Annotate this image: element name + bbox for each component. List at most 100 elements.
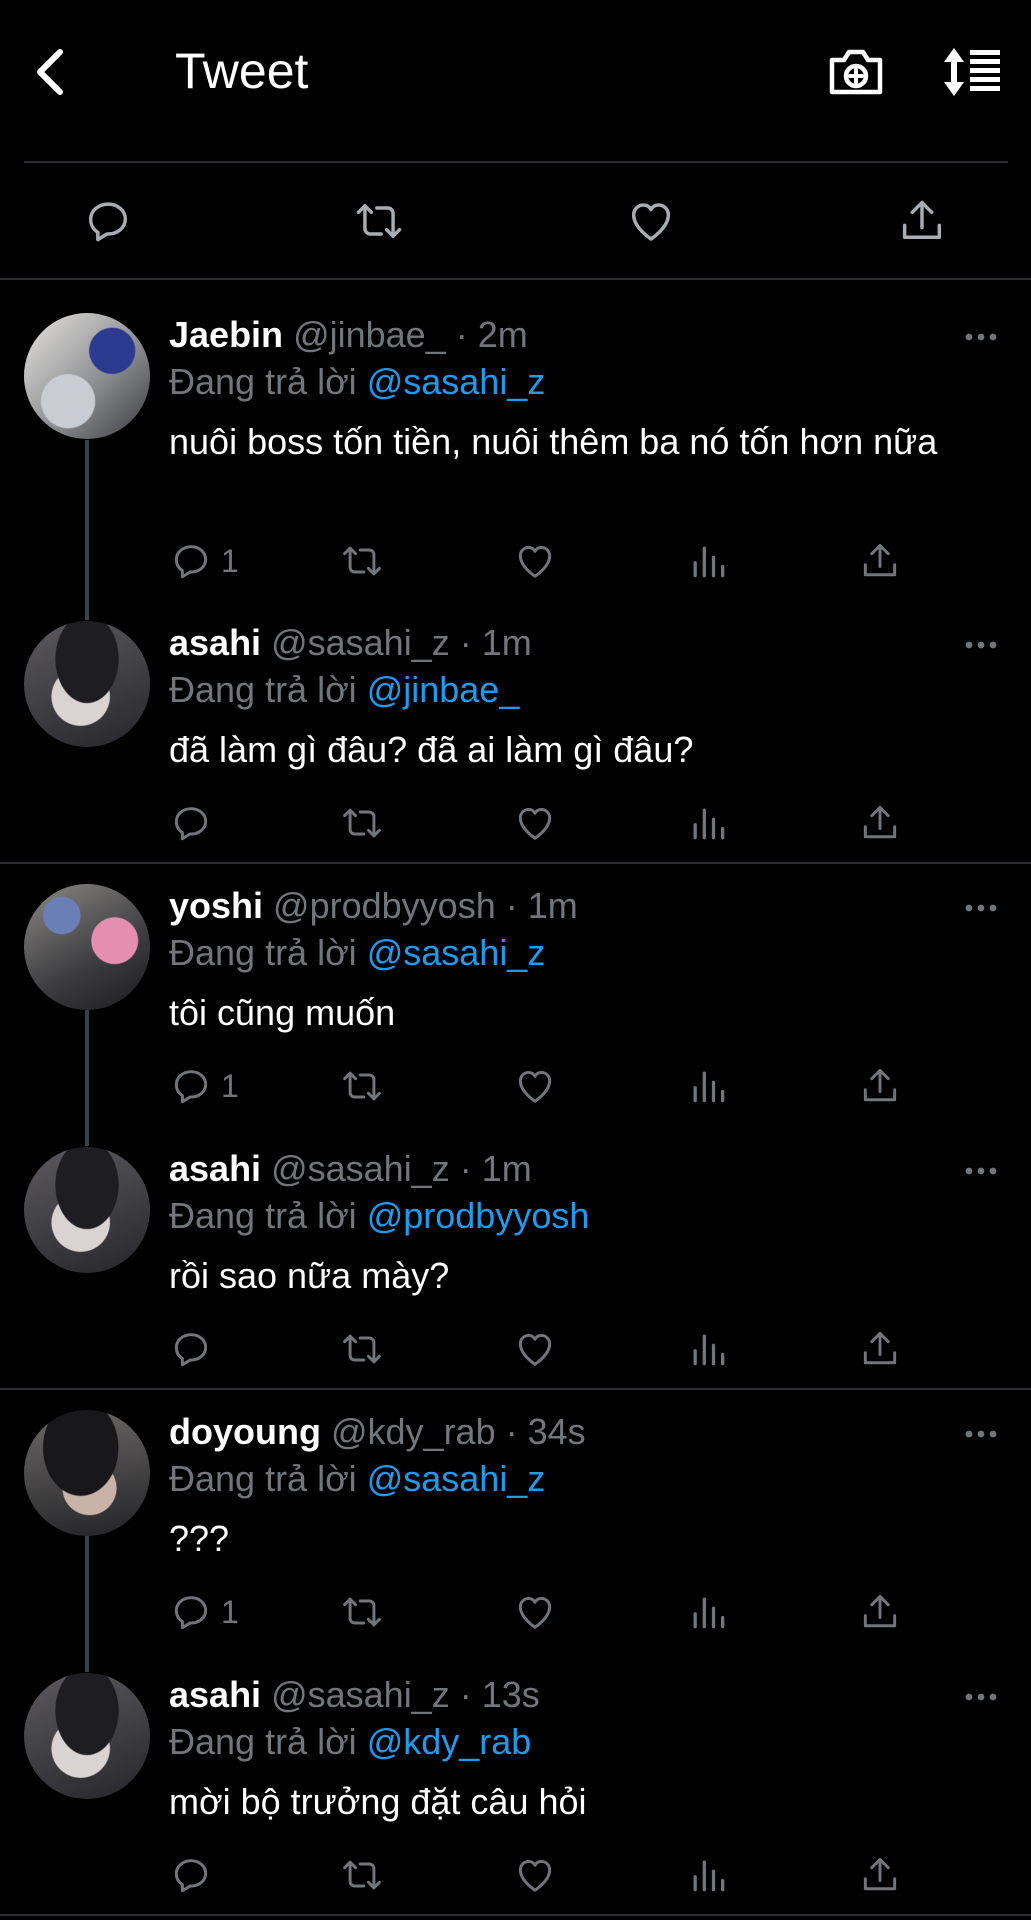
- author-handle-time: @prodbyyosh · 1m: [273, 885, 578, 926]
- analytics-button[interactable]: [686, 1063, 730, 1109]
- like-button[interactable]: [513, 800, 557, 846]
- camera-button[interactable]: [826, 44, 886, 100]
- main-tweet-actions: [0, 163, 1031, 279]
- tweet-actions: [169, 1852, 929, 1902]
- tweet-author: yoshi @prodbyyosh · 1m: [169, 885, 578, 927]
- mention-link[interactable]: @prodbyyosh: [367, 1195, 590, 1236]
- reply-button[interactable]: [169, 1326, 221, 1372]
- more-button[interactable]: [964, 1427, 998, 1439]
- analytics-button[interactable]: [686, 538, 730, 584]
- like-button[interactable]: [513, 1589, 557, 1635]
- more-icon: [964, 1165, 998, 1177]
- analytics-icon: [686, 1853, 730, 1897]
- reply-button[interactable]: 1: [169, 1063, 239, 1109]
- share-icon: [858, 1853, 902, 1897]
- retweet-button[interactable]: [340, 1589, 384, 1635]
- more-button[interactable]: [964, 901, 998, 913]
- share-button[interactable]: [858, 1063, 902, 1109]
- tweet-actions: [169, 1326, 929, 1376]
- more-icon: [964, 639, 998, 651]
- share-icon: [858, 1064, 902, 1108]
- reply-button[interactable]: [169, 800, 221, 846]
- top-bar: Tweet: [0, 0, 1031, 163]
- more-icon: [964, 331, 998, 343]
- mention-link[interactable]: @kdy_rab: [367, 1721, 532, 1762]
- like-button[interactable]: [513, 538, 557, 584]
- retweet-button[interactable]: [353, 195, 405, 247]
- analytics-icon: [686, 539, 730, 583]
- tweet-actions: [169, 800, 929, 850]
- mention-link[interactable]: @jinbae_: [367, 669, 520, 710]
- mention-link[interactable]: @sasahi_z: [367, 932, 546, 973]
- reply-count: 1: [221, 1593, 239, 1630]
- heart-icon: [513, 801, 557, 845]
- author-name[interactable]: asahi: [169, 1148, 261, 1189]
- section-divider: [0, 1914, 1031, 1916]
- avatar[interactable]: [24, 884, 150, 1010]
- retweet-button[interactable]: [340, 800, 384, 846]
- more-button[interactable]: [964, 1690, 998, 1702]
- heart-icon: [513, 1327, 557, 1371]
- analytics-button[interactable]: [686, 800, 730, 846]
- more-icon: [964, 1428, 998, 1440]
- share-button[interactable]: [858, 800, 902, 846]
- avatar[interactable]: [24, 313, 150, 439]
- retweet-button[interactable]: [340, 1063, 384, 1109]
- avatar[interactable]: [24, 1673, 150, 1799]
- author-name[interactable]: yoshi: [169, 885, 263, 926]
- share-button[interactable]: [858, 1852, 902, 1898]
- retweet-button[interactable]: [340, 538, 384, 584]
- analytics-icon: [686, 1327, 730, 1371]
- retweet-icon: [340, 539, 384, 583]
- reply-icon: [169, 1064, 213, 1108]
- more-button[interactable]: [964, 1164, 998, 1176]
- analytics-button[interactable]: [686, 1326, 730, 1372]
- sort-button[interactable]: [940, 44, 1004, 100]
- analytics-button[interactable]: [686, 1589, 730, 1635]
- reply-button[interactable]: [82, 195, 134, 247]
- share-button[interactable]: [896, 195, 948, 247]
- retweet-button[interactable]: [340, 1852, 384, 1898]
- share-button[interactable]: [858, 1326, 902, 1372]
- tweet-text: mời bộ trưởng đặt câu hỏi: [169, 1781, 587, 1822]
- thread-line: [85, 1003, 89, 1146]
- avatar[interactable]: [24, 1147, 150, 1273]
- share-icon: [896, 195, 948, 247]
- retweet-icon: [340, 1590, 384, 1634]
- author-name[interactable]: asahi: [169, 622, 261, 663]
- tweet-text: ???: [169, 1518, 230, 1559]
- mention-link[interactable]: @sasahi_z: [367, 1458, 546, 1499]
- avatar[interactable]: [24, 1410, 150, 1536]
- replying-label: Đang trả lời: [169, 361, 357, 402]
- mention-link[interactable]: @sasahi_z: [367, 361, 546, 402]
- reply-button[interactable]: 1: [169, 538, 239, 584]
- author-name[interactable]: Jaebin: [169, 314, 283, 355]
- share-icon: [858, 1327, 902, 1371]
- author-name[interactable]: doyoung: [169, 1411, 321, 1452]
- tweet-text: nuôi boss tốn tiền, nuôi thêm ba nó tốn …: [169, 421, 938, 462]
- reply-button[interactable]: [169, 1852, 221, 1898]
- retweet-button[interactable]: [340, 1326, 384, 1372]
- like-button[interactable]: [513, 1852, 557, 1898]
- analytics-button[interactable]: [686, 1852, 730, 1898]
- share-button[interactable]: [858, 1589, 902, 1635]
- replying-label: Đang trả lời: [169, 669, 357, 710]
- avatar[interactable]: [24, 621, 150, 747]
- tweet-author: Jaebin @jinbae_ · 2m: [169, 314, 528, 356]
- share-button[interactable]: [858, 538, 902, 584]
- like-button[interactable]: [513, 1063, 557, 1109]
- heart-icon: [513, 1064, 557, 1108]
- more-button[interactable]: [964, 330, 998, 342]
- more-button[interactable]: [964, 638, 998, 650]
- author-name[interactable]: asahi: [169, 1674, 261, 1715]
- reply-button[interactable]: 1: [169, 1589, 239, 1635]
- like-button[interactable]: [625, 195, 677, 247]
- retweet-icon: [340, 1064, 384, 1108]
- replying-to: Đang trả lời @sasahi_z: [169, 932, 545, 974]
- tweet-author: asahi @sasahi_z · 13s: [169, 1674, 540, 1716]
- tweet-text: đã làm gì đâu? đã ai làm gì đâu?: [169, 729, 694, 770]
- back-button[interactable]: [28, 42, 78, 102]
- reply-icon: [169, 801, 213, 845]
- replying-label: Đang trả lời: [169, 1721, 357, 1762]
- like-button[interactable]: [513, 1326, 557, 1372]
